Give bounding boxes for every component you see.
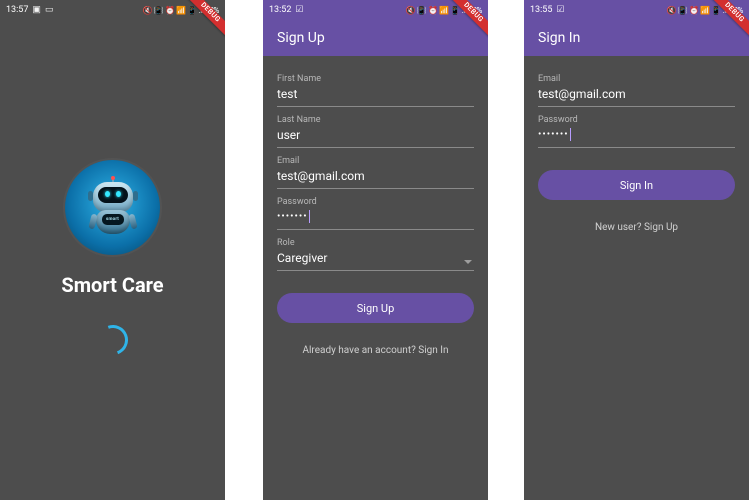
app-logo: smort xyxy=(65,160,160,255)
status-time: 13:57 xyxy=(6,5,28,15)
status-bar: 13:52 ☑ 🔇 📳 ⏰ 📶 📱 .ıl 78% xyxy=(263,0,488,20)
email-label: Email xyxy=(277,156,474,166)
notification-icon: ☑ xyxy=(295,5,303,15)
loading-spinner xyxy=(93,320,133,360)
signin-button[interactable]: Sign In xyxy=(538,170,735,200)
status-bar: 13:57 ▣ ▭ 🔇 📳 ⏰ 📶 📱 .ıl 78% xyxy=(0,0,225,20)
last-name-field[interactable]: Last Name user xyxy=(277,115,474,148)
chevron-down-icon xyxy=(464,260,472,264)
last-name-value: user xyxy=(277,128,474,142)
signup-link[interactable]: New user? Sign Up xyxy=(538,222,735,233)
role-label: Role xyxy=(277,238,474,248)
email-label: Email xyxy=(538,74,735,84)
page-title: Sign Up xyxy=(277,30,325,46)
password-label: Password xyxy=(538,115,735,125)
app-bar: Sign In xyxy=(524,20,749,56)
first-name-field[interactable]: First Name test xyxy=(277,74,474,107)
password-value: ••••••• xyxy=(277,210,474,224)
role-select[interactable]: Role Caregiver xyxy=(277,238,474,271)
robot-chest-label: smort xyxy=(102,214,124,225)
last-name-label: Last Name xyxy=(277,115,474,125)
status-icons: 🔇 📳 ⏰ 📶 📱 .ıl xyxy=(143,6,204,15)
status-icons: 🔇 📳 ⏰ 📶 📱 .ıl xyxy=(406,6,467,15)
email-value: test@gmail.com xyxy=(277,169,474,183)
notification-icon: ▣ xyxy=(32,5,41,15)
status-icons: 🔇 📳 ⏰ 📶 📱 .ıl xyxy=(667,6,728,15)
first-name-label: First Name xyxy=(277,74,474,84)
app-title: Smort Care xyxy=(61,273,163,297)
status-time: 13:55 xyxy=(530,5,552,15)
splash-screen: DEBUG 13:57 ▣ ▭ 🔇 📳 ⏰ 📶 📱 .ıl 78% xyxy=(0,0,225,500)
email-field[interactable]: Email test@gmail.com xyxy=(538,74,735,107)
text-cursor xyxy=(570,128,571,141)
first-name-value: test xyxy=(277,87,474,101)
notification-icon: ☑ xyxy=(556,5,564,15)
text-cursor xyxy=(309,210,310,223)
password-field[interactable]: Password ••••••• xyxy=(538,115,735,148)
app-bar: Sign Up xyxy=(263,20,488,56)
password-label: Password xyxy=(277,197,474,207)
email-field[interactable]: Email test@gmail.com xyxy=(277,156,474,189)
signup-button[interactable]: Sign Up xyxy=(277,293,474,323)
signin-screen: DEBUG 13:55 ☑ 🔇 📳 ⏰ 📶 📱 .ıl 78% Sign In … xyxy=(524,0,749,500)
robot-icon: smort xyxy=(84,178,142,238)
status-bar: 13:55 ☑ 🔇 📳 ⏰ 📶 📱 .ıl 78% xyxy=(524,0,749,20)
email-value: test@gmail.com xyxy=(538,87,735,101)
signin-link[interactable]: Already have an account? Sign In xyxy=(277,345,474,356)
page-title: Sign In xyxy=(538,30,580,46)
password-field[interactable]: Password ••••••• xyxy=(277,197,474,230)
password-value: ••••••• xyxy=(538,128,735,142)
role-value: Caregiver xyxy=(277,251,474,265)
signup-screen: DEBUG 13:52 ☑ 🔇 📳 ⏰ 📶 📱 .ıl 78% Sign Up … xyxy=(263,0,488,500)
notification-icon: ▭ xyxy=(45,5,54,15)
status-time: 13:52 xyxy=(269,5,291,15)
